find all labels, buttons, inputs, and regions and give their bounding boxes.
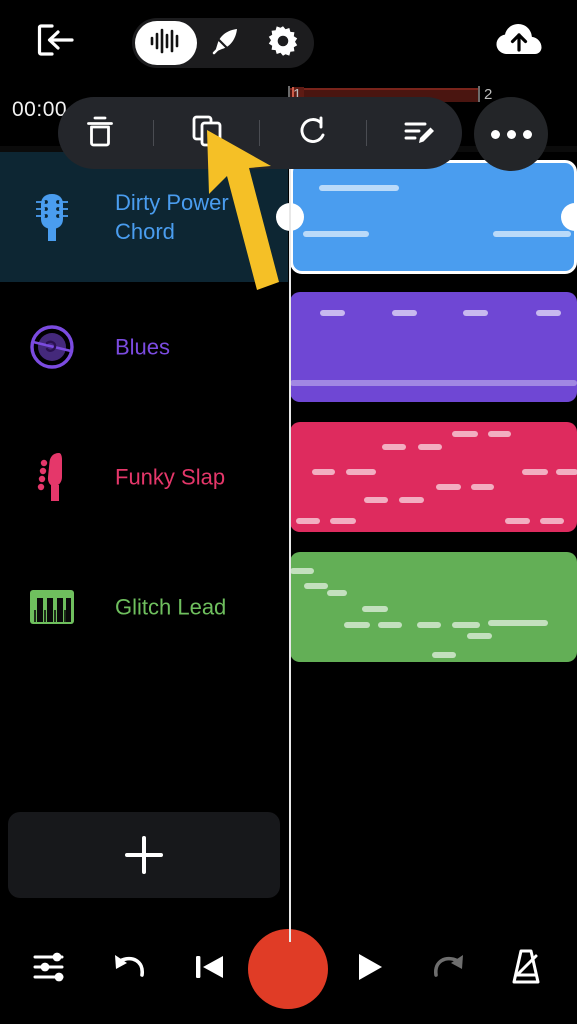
tab-settings[interactable] <box>255 21 311 65</box>
midi-note <box>296 518 320 524</box>
bar-number: 2 <box>484 86 493 103</box>
midi-note <box>418 444 442 450</box>
add-track-button[interactable] <box>8 812 280 898</box>
track-name-label: Funky Slap <box>115 464 226 490</box>
view-segmented-control[interactable] <box>132 18 314 68</box>
midi-note <box>378 622 402 628</box>
ellipsis-icon <box>490 129 532 139</box>
mixer-button[interactable] <box>22 939 82 999</box>
midi-note <box>346 469 376 475</box>
harmonica-circle-icon <box>26 321 78 373</box>
clip-region[interactable] <box>290 160 577 274</box>
midi-note <box>399 497 424 503</box>
midi-note <box>327 590 347 596</box>
track-name-label: Blues <box>115 334 171 360</box>
exit-button[interactable] <box>28 20 84 64</box>
top-toolbar <box>0 0 577 84</box>
annotation-arrow-icon <box>195 118 315 323</box>
guitar-headstock-icon <box>26 191 78 243</box>
redo-arrow-icon <box>428 949 468 990</box>
track-header[interactable]: Glitch Lead <box>0 542 288 672</box>
midi-note <box>452 622 480 628</box>
midi-note <box>330 518 356 524</box>
midi-note <box>382 444 406 450</box>
trash-icon <box>85 114 115 153</box>
record-button[interactable] <box>248 929 328 1009</box>
menu-divider <box>366 120 368 146</box>
bass-headstock-icon <box>26 451 78 503</box>
clip-region[interactable] <box>290 552 577 662</box>
midi-note <box>304 583 328 589</box>
midi-note <box>463 310 488 316</box>
clip-region[interactable] <box>290 422 577 532</box>
exit-arrow-icon <box>36 23 76 62</box>
plus-icon <box>125 836 163 874</box>
tab-tracks[interactable] <box>135 21 197 65</box>
skip-back-icon <box>192 949 228 990</box>
metronome-button[interactable] <box>496 939 556 999</box>
midi-note <box>471 484 494 490</box>
midi-note <box>312 469 335 475</box>
play-button[interactable] <box>340 939 400 999</box>
midi-note <box>290 568 314 574</box>
midi-note <box>493 231 571 237</box>
midi-note <box>432 652 456 658</box>
midi-note <box>505 518 530 524</box>
midi-note <box>540 518 564 524</box>
app-root: 00:00 1 2 Dirty Power Chord Blues Funky … <box>0 0 577 1024</box>
midi-note <box>452 431 478 437</box>
midi-note <box>467 633 492 639</box>
midi-note <box>417 622 441 628</box>
menu-divider <box>152 120 154 146</box>
midi-note <box>290 380 577 386</box>
midi-note <box>522 469 548 475</box>
feather-quill-icon <box>210 25 242 62</box>
midi-note <box>536 310 561 316</box>
midi-note <box>436 484 461 490</box>
playhead-tail <box>289 914 291 942</box>
waveform-icon <box>149 26 183 61</box>
edit-list-icon <box>403 116 437 151</box>
track-name-label: Glitch Lead <box>115 594 227 620</box>
midi-note <box>488 620 548 626</box>
midi-note <box>362 606 388 612</box>
redo-button[interactable] <box>418 939 478 999</box>
midi-note <box>319 185 399 191</box>
piano-keys-icon <box>26 581 78 633</box>
midi-note <box>392 310 417 316</box>
upload-button[interactable] <box>493 20 545 64</box>
track-header[interactable]: Funky Slap <box>0 412 288 542</box>
clip-region[interactable] <box>290 292 577 402</box>
play-triangle-icon <box>353 949 387 990</box>
edit-clip-button[interactable] <box>389 105 451 161</box>
delete-clip-button[interactable] <box>69 105 131 161</box>
bar-tick <box>478 86 480 102</box>
gear-icon <box>266 24 300 63</box>
metronome-icon <box>507 947 545 992</box>
midi-note <box>364 497 388 503</box>
tab-compose[interactable] <box>198 21 254 65</box>
more-options-button[interactable] <box>474 97 548 171</box>
rewind-button[interactable] <box>180 939 240 999</box>
midi-note <box>320 310 345 316</box>
cloud-upload-icon <box>495 21 543 64</box>
midi-note <box>488 431 511 437</box>
undo-arrow-icon <box>110 949 150 990</box>
faders-icon <box>32 949 72 990</box>
midi-note <box>344 622 370 628</box>
timecode-display: 00:00 <box>12 98 68 121</box>
midi-note <box>556 469 577 475</box>
undo-button[interactable] <box>100 939 160 999</box>
